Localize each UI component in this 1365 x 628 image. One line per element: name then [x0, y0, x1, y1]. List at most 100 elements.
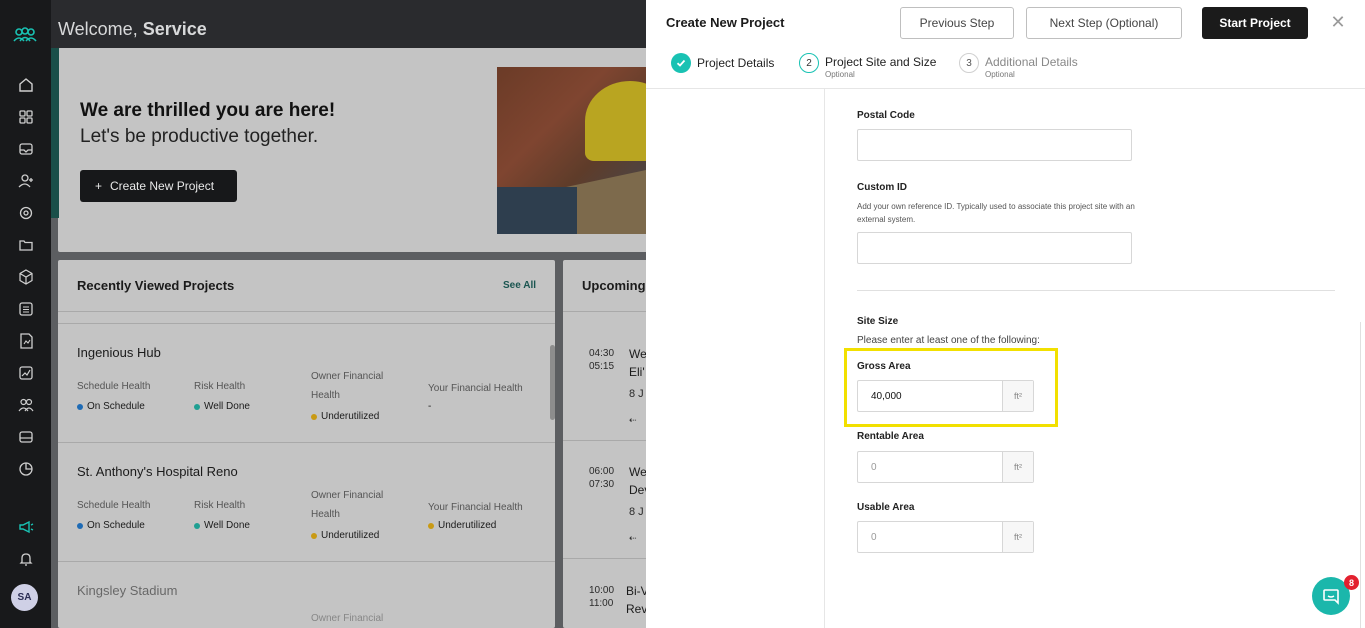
list-scrollbar[interactable]	[550, 345, 555, 420]
unit-suffix: ft²	[1002, 522, 1033, 552]
status-dot	[428, 522, 434, 529]
settings-icon[interactable]	[17, 204, 35, 222]
bell-icon[interactable]	[17, 550, 35, 568]
previous-step-button[interactable]: Previous Step	[900, 7, 1014, 39]
chat-unread-badge: 8	[1344, 575, 1359, 590]
step-project-details[interactable]: Project Details	[671, 53, 774, 73]
schedule-health-value: On Schedule	[77, 401, 145, 412]
project-item[interactable]: St. Anthony's Hospital Reno Schedule Hea…	[77, 464, 537, 541]
team-icon[interactable]	[17, 396, 35, 414]
postal-code-input[interactable]	[857, 129, 1132, 161]
status-dot	[194, 522, 200, 529]
photo-helmet	[585, 81, 646, 161]
owner-financial-label: Owner Financial	[311, 371, 384, 382]
rentable-area-value: 0	[871, 461, 877, 473]
team-logo-icon[interactable]	[13, 26, 37, 44]
avatar[interactable]: SA	[11, 584, 38, 611]
project-name: Ingenious Hub	[77, 345, 161, 360]
list-icon[interactable]	[17, 300, 35, 318]
close-icon[interactable]: ✕	[1329, 12, 1347, 32]
custom-id-label: Custom ID	[857, 182, 907, 193]
panel-scrollbar[interactable]	[1360, 322, 1361, 628]
schedule-health-value: On Schedule	[77, 520, 145, 531]
event-date: 8 J	[629, 388, 644, 400]
welcome-prefix: Welcome,	[58, 19, 138, 39]
gross-area-input[interactable]: 40,000 ft²	[857, 380, 1034, 412]
pie-chart-icon[interactable]	[17, 460, 35, 478]
risk-health-label: Risk Health	[194, 381, 246, 392]
project-item[interactable]: Kingsley Stadium Owner Financial	[77, 583, 537, 624]
unit-suffix: ft²	[1002, 381, 1033, 411]
risk-health-label: Risk Health	[194, 500, 246, 511]
custom-id-input[interactable]	[857, 232, 1132, 264]
storage-icon[interactable]	[17, 428, 35, 446]
panel-title: Create New Project	[666, 15, 785, 30]
welcome-hero-card: We are thrilled you are here! Let's be p…	[51, 48, 646, 252]
create-new-project-button[interactable]: + Create New Project	[80, 170, 237, 202]
rentable-area-label: Rentable Area	[857, 431, 924, 442]
event-title[interactable]: We Eli'	[629, 345, 646, 381]
usable-area-value: 0	[871, 531, 877, 543]
folder-icon[interactable]	[17, 236, 35, 254]
construction-worker-photo	[497, 67, 646, 234]
step-label: Additional Details	[985, 55, 1078, 69]
cube-icon[interactable]	[17, 268, 35, 286]
step-project-site-size[interactable]: 2 Project Site and Size Optional	[799, 53, 936, 81]
welcome-heading: Welcome, Service	[58, 19, 207, 40]
chart-icon[interactable]	[17, 364, 35, 382]
owner-financial-text: Underutilized	[321, 411, 380, 422]
owner-financial-value: Underutilized	[311, 411, 379, 422]
upcoming-card: Upcoming 04:30 05:15 We Eli' 8 J ⇠ 06:00 07…	[563, 260, 646, 628]
site-size-hint: Please enter at least one of the followi…	[857, 335, 1040, 346]
grid-icon[interactable]	[17, 108, 35, 126]
status-dot	[311, 532, 317, 539]
megaphone-icon[interactable]	[17, 518, 35, 536]
step-label: Project Details	[697, 56, 775, 70]
event-title[interactable]: Bi-V Rev	[626, 582, 646, 618]
inbox-icon[interactable]	[17, 140, 35, 158]
gross-area-value: 40,000	[871, 390, 902, 402]
recently-viewed-projects-card: Recently Viewed Projects See All Ingenio…	[58, 260, 555, 628]
step-number: 2	[799, 53, 819, 73]
next-step-button[interactable]: Next Step (Optional)	[1026, 7, 1182, 39]
status-dot	[77, 522, 83, 529]
user-add-icon[interactable]	[17, 172, 35, 190]
event-time: 06:00 07:30	[589, 465, 614, 491]
event-title[interactable]: We Dev	[629, 463, 646, 499]
your-financial-value: -	[428, 401, 432, 412]
divider	[58, 323, 555, 324]
event-title-line: Dev	[629, 483, 646, 497]
rentable-area-input[interactable]: 0 ft²	[857, 451, 1034, 483]
start-project-button[interactable]: Start Project	[1202, 7, 1308, 39]
hero-title: We are thrilled you are here!	[80, 100, 336, 121]
owner-financial-value: Underutilized	[311, 530, 379, 541]
event-title-line: Rev	[626, 602, 646, 616]
your-financial-text: Underutilized	[438, 520, 497, 531]
unit-suffix: ft²	[1002, 452, 1033, 482]
dashboard-background: Welcome, Service We are thrilled you are…	[51, 0, 646, 628]
schedule-health-text: On Schedule	[87, 520, 145, 531]
home-icon[interactable]	[17, 76, 35, 94]
welcome-name: Service	[142, 19, 207, 39]
hero-subtitle: Let's be productive together.	[80, 126, 319, 147]
report-icon[interactable]	[17, 332, 35, 350]
schedule-health-text: On Schedule	[87, 401, 145, 412]
event-link-icon: ⇠	[629, 415, 637, 425]
project-item[interactable]: Ingenious Hub Schedule Health On Schedul…	[77, 345, 537, 422]
project-name: Kingsley Stadium	[77, 583, 178, 598]
schedule-health-label: Schedule Health	[77, 500, 151, 511]
step-number: 3	[959, 53, 979, 73]
step-sub: Optional	[985, 70, 1015, 79]
event-start: 06:00	[589, 466, 615, 477]
sidebar-divider	[824, 89, 825, 628]
section-divider	[857, 290, 1335, 291]
hero-accent	[51, 48, 59, 218]
event-start: 04:30	[589, 348, 615, 359]
usable-area-input[interactable]: 0 ft²	[857, 521, 1034, 553]
status-dot	[311, 413, 317, 420]
step-additional-details[interactable]: 3 Additional Details Optional	[959, 53, 1078, 81]
your-financial-value: Underutilized	[428, 520, 496, 531]
schedule-health-label: Schedule Health	[77, 381, 151, 392]
create-new-project-label: Create New Project	[110, 179, 215, 193]
see-all-link[interactable]: See All	[503, 280, 536, 291]
